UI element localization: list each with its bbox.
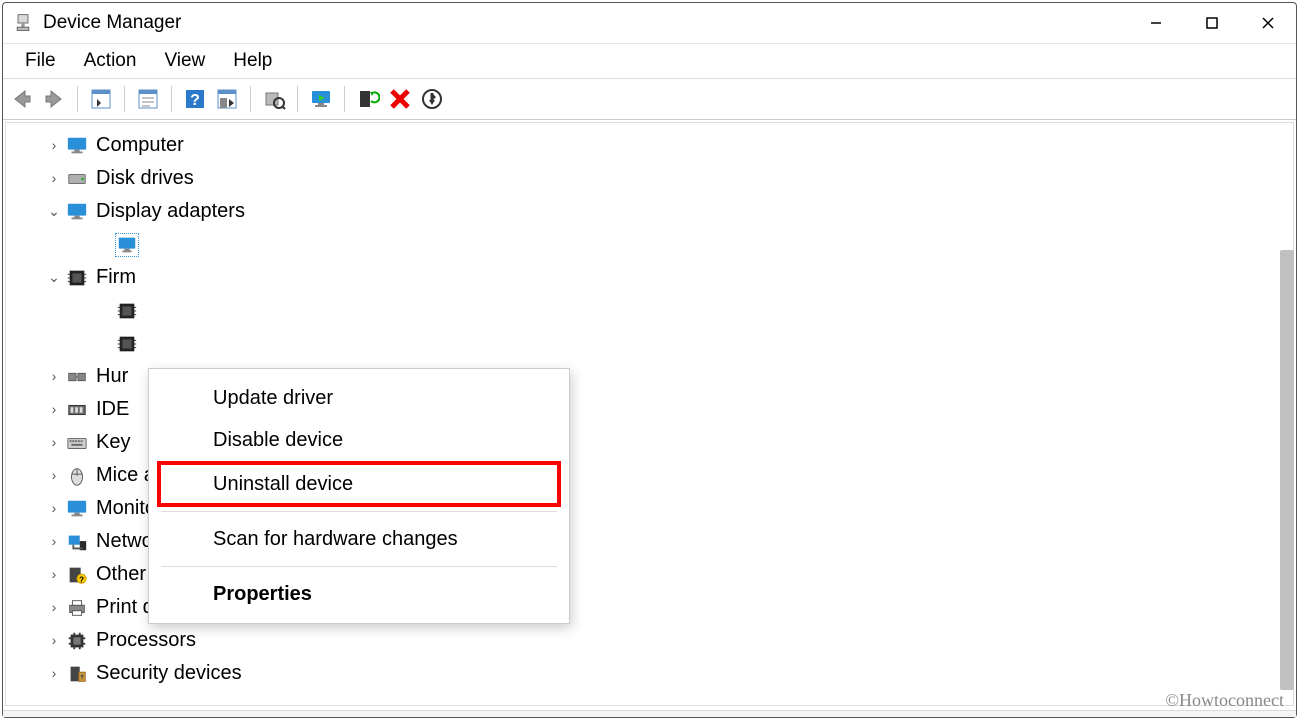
menu-file[interactable]: File: [11, 46, 70, 76]
monitor-icon: [66, 498, 88, 520]
scrollbar-thumb[interactable]: [1280, 250, 1294, 690]
printer-icon: [66, 597, 88, 619]
toolbar-sep: [124, 86, 125, 112]
tree-label: Firm: [96, 261, 136, 294]
tree-label: Key: [96, 426, 130, 459]
expander-icon[interactable]: ›: [46, 558, 62, 591]
content-area: › Computer › Disk drives ⌄ Display adapters ⌄ F…: [3, 120, 1296, 710]
expander-icon[interactable]: ›: [46, 360, 62, 393]
tree-row-disk-drives[interactable]: › Disk drives: [6, 162, 1293, 195]
help-icon[interactable]: ?: [180, 84, 210, 114]
menu-separator: [161, 511, 557, 512]
expander-icon[interactable]: ⌄: [46, 261, 62, 294]
back-icon[interactable]: [7, 84, 37, 114]
ide-icon: [66, 399, 88, 421]
menu-item-uninstall-device[interactable]: Uninstall device: [159, 463, 559, 505]
monitor-small-icon: [116, 234, 138, 256]
tree-row-computer[interactable]: › Computer: [6, 129, 1293, 162]
svg-text:?: ?: [79, 575, 84, 584]
expander-icon[interactable]: ›: [46, 459, 62, 492]
tree-label: Display adapters: [96, 195, 245, 228]
expander-icon[interactable]: ⌄: [46, 195, 62, 228]
disable-device-icon[interactable]: [417, 84, 447, 114]
minimize-button[interactable]: [1128, 3, 1184, 43]
tree-label: Computer: [96, 129, 184, 162]
toolbar-sep: [250, 86, 251, 112]
expander-icon[interactable]: ›: [46, 591, 62, 624]
monitor-icon: [66, 135, 88, 157]
expander-icon[interactable]: ›: [46, 426, 62, 459]
security-icon: [66, 663, 88, 685]
tree-label: Security devices: [96, 657, 242, 690]
forward-icon[interactable]: [39, 84, 69, 114]
action-center-icon[interactable]: [212, 84, 242, 114]
menu-separator: [161, 566, 557, 567]
expander-icon[interactable]: ›: [46, 525, 62, 558]
tree-row-item-3[interactable]: [6, 228, 1293, 261]
tree-row-firm[interactable]: ⌄ Firm: [6, 261, 1293, 294]
scan-hardware-icon[interactable]: [259, 84, 289, 114]
menubar: File Action View Help: [3, 44, 1296, 79]
menu-action[interactable]: Action: [70, 46, 151, 76]
expander-icon[interactable]: ›: [46, 162, 62, 195]
chip-icon: [116, 333, 138, 355]
menu-item-properties[interactable]: Properties: [149, 573, 569, 615]
maximize-button[interactable]: [1184, 3, 1240, 43]
tree-label: IDE: [96, 393, 129, 426]
tree-label: Disk drives: [96, 162, 194, 195]
toolbar-sep: [297, 86, 298, 112]
hid-icon: [66, 366, 88, 388]
tree-label: Hur: [96, 360, 128, 393]
context-menu: Update driverDisable deviceUninstall dev…: [148, 368, 570, 624]
uninstall-device-icon[interactable]: [385, 84, 415, 114]
expander-icon[interactable]: ›: [46, 129, 62, 162]
window: Device Manager File Action View Help ?: [2, 2, 1297, 718]
statusbar: [3, 710, 1296, 717]
toolbar-sep: [171, 86, 172, 112]
toolbar-sep: [77, 86, 78, 112]
menu-view[interactable]: View: [150, 46, 219, 76]
menu-item-disable-device[interactable]: Disable device: [149, 419, 569, 461]
expander-icon[interactable]: ›: [46, 657, 62, 690]
chip-icon: [116, 300, 138, 322]
tree-row-display-adapters[interactable]: ⌄ Display adapters: [6, 195, 1293, 228]
tree-row-item-6[interactable]: [6, 327, 1293, 360]
show-hide-console-tree-icon[interactable]: [86, 84, 116, 114]
tree-row-processors[interactable]: › Processors: [6, 624, 1293, 657]
svg-text:?: ?: [190, 92, 200, 109]
properties-icon[interactable]: [133, 84, 163, 114]
chip-icon: [66, 267, 88, 289]
app-icon: [13, 13, 33, 33]
menu-help[interactable]: Help: [219, 46, 286, 76]
toolbar-sep: [344, 86, 345, 112]
enable-device-icon[interactable]: [306, 84, 336, 114]
menu-item-scan-for-hardware-changes[interactable]: Scan for hardware changes: [149, 518, 569, 560]
close-button[interactable]: [1240, 3, 1296, 43]
disk-icon: [66, 168, 88, 190]
keyboard-icon: [66, 432, 88, 454]
menu-item-update-driver[interactable]: Update driver: [149, 377, 569, 419]
titlebar: Device Manager: [3, 3, 1296, 44]
window-title: Device Manager: [43, 12, 181, 34]
expander-icon[interactable]: ›: [46, 393, 62, 426]
tree-row-item-5[interactable]: [6, 294, 1293, 327]
update-driver-icon[interactable]: [353, 84, 383, 114]
other-icon: ?: [66, 564, 88, 586]
toolbar: ?: [3, 79, 1296, 120]
cpu-icon: [66, 630, 88, 652]
expander-icon[interactable]: ›: [46, 624, 62, 657]
window-controls: [1128, 3, 1296, 43]
expander-icon[interactable]: ›: [46, 492, 62, 525]
mouse-icon: [66, 465, 88, 487]
network-icon: [66, 531, 88, 553]
monitor-icon: [66, 201, 88, 223]
tree-label: Processors: [96, 624, 196, 657]
tree-row-security-devices[interactable]: › Security devices: [6, 657, 1293, 690]
